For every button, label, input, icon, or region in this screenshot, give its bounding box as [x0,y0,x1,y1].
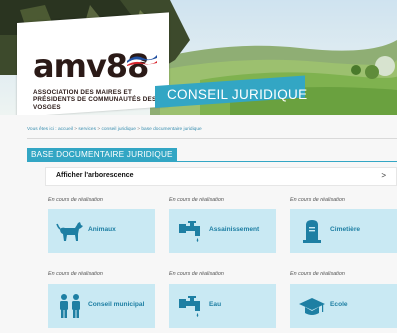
category-tile-conseil-municipal[interactable]: Conseil municipal [48,284,155,328]
page-title: BASE DOCUMENTAIRE JURIDIQUE [27,148,177,161]
flag-icon [127,55,157,66]
tile-status: En cours de réalisation [290,271,345,277]
site-logo[interactable]: amv88 Association des maires et présiden… [17,30,169,115]
tile-status: En cours de réalisation [48,271,103,277]
header-banner: amv88 Association des maires et présiden… [0,0,397,115]
tile-status: En cours de réalisation [169,271,224,277]
tile-status: En cours de réalisation [48,197,103,203]
section-banner-title: CONSEIL JURIDIQUE [167,87,308,102]
category-tile-ecole[interactable]: Ecole [290,284,397,328]
faucet-icon [179,221,200,242]
breadcrumb-item-accueil[interactable]: accueil [58,127,73,132]
tile-label: Eau [209,301,222,308]
tile-label: Ecole [330,301,348,308]
page-title-underline [27,161,397,162]
breadcrumb-item-conseil-juridique[interactable]: conseil juridique [101,127,135,132]
dog-icon [56,222,83,241]
tile-label: Animaux [88,226,116,233]
category-tile-eau[interactable]: Eau [169,284,276,328]
breadcrumb-item-services[interactable]: services [78,127,96,132]
tile-label: Assainissement [209,226,260,233]
tombstone-icon [303,220,321,243]
faucet-icon [179,296,200,317]
graduation-cap-icon [299,298,325,315]
chevron-right-icon: > [381,171,386,180]
category-tile-assainissement[interactable]: Assainissement [169,209,276,253]
main-content: Vous êtes ici : accueil > services > con… [0,115,397,333]
tile-label: Conseil municipal [88,301,145,308]
logo-subtitle: Association des maires et présidents de … [33,89,157,111]
tree-toggle-label: Afficher l'arborescence [56,172,134,179]
category-tile-animaux[interactable]: Animaux [48,209,155,253]
breadcrumb-divider [27,138,397,139]
breadcrumb: Vous êtes ici : accueil > services > con… [27,127,202,132]
breadcrumb-separator: > [74,127,78,132]
breadcrumb-item-current[interactable]: base documentaire juridique [141,127,201,132]
breadcrumb-prefix: Vous êtes ici : [27,127,57,132]
tree-toggle-button[interactable]: Afficher l'arborescence > [45,167,397,186]
tile-label: Cimetière [330,226,361,233]
people-icon [60,294,80,318]
category-tile-cimetiere[interactable]: Cimetière [290,209,397,253]
tile-status: En cours de réalisation [169,197,224,203]
breadcrumb-separator: > [97,127,101,132]
breadcrumb-separator: > [137,127,141,132]
tile-status: En cours de réalisation [290,197,345,203]
